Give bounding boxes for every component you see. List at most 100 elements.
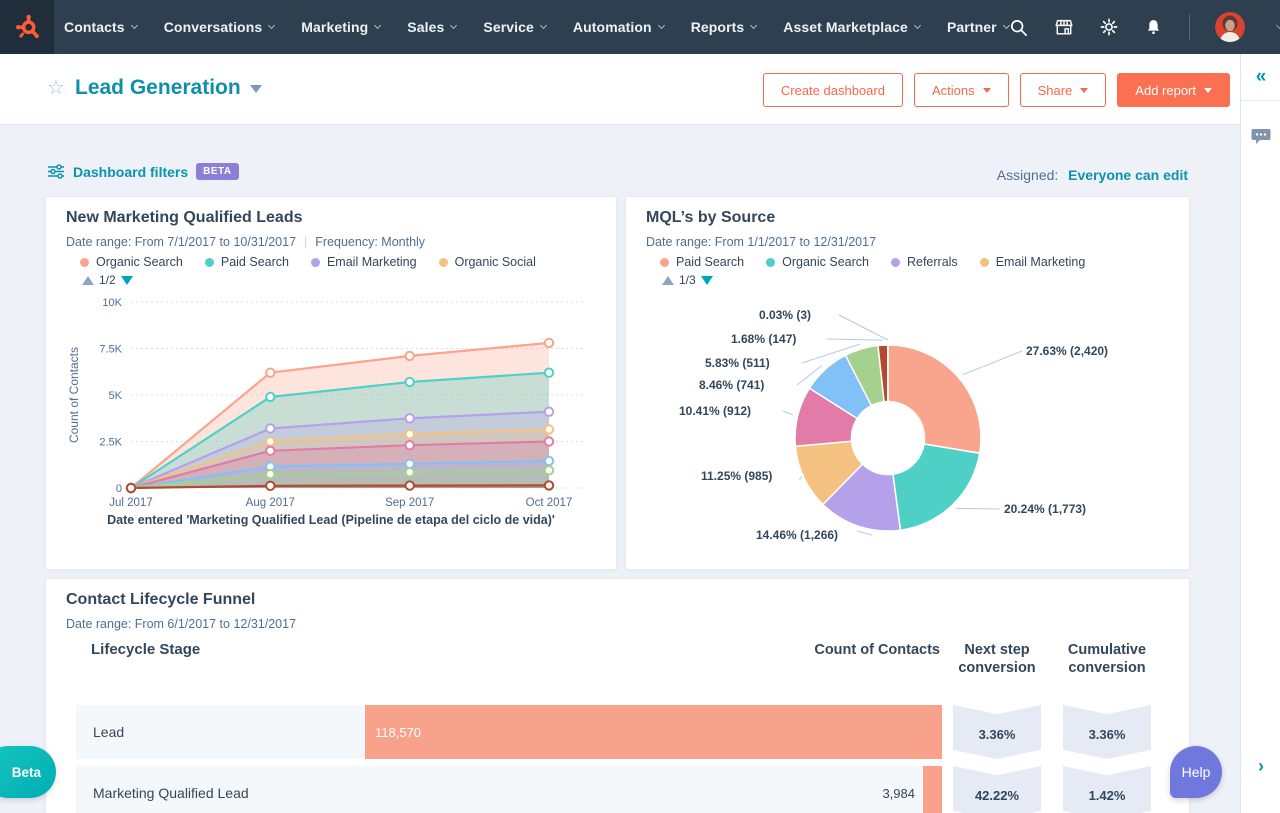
actions-button[interactable]: Actions [913, 73, 1009, 107]
legend-item[interactable]: Referrals [890, 255, 958, 269]
report-title[interactable]: MQL’s by Source [646, 209, 775, 227]
filters-sliders-icon [48, 164, 64, 179]
next-panel-icon[interactable]: › [1241, 756, 1280, 777]
nav-item-automation[interactable]: Automation [573, 19, 665, 35]
dashboard-filters-control[interactable]: Dashboard filters BETA [48, 163, 239, 180]
report-card-lifecycle-funnel: Contact Lifecycle Funnel Date range: Fro… [45, 578, 1190, 813]
pie-slice-label: 8.46% (741) [699, 378, 765, 392]
dashboard-title[interactable]: Lead Generation [75, 76, 241, 100]
report-title[interactable]: Contact Lifecycle Funnel [66, 591, 255, 609]
create-dashboard-button[interactable]: Create dashboard [762, 73, 903, 107]
column-header-cumulative: Cumulative conversion [1067, 642, 1147, 676]
legend-dot [438, 257, 448, 267]
legend-next-page-icon[interactable] [700, 275, 713, 285]
nav-item-reports[interactable]: Reports [691, 19, 758, 35]
nav-item-sales[interactable]: Sales [407, 19, 458, 35]
funnel-row: Marketing Qualified Lead 3,984 [76, 766, 942, 813]
header-buttons: Create dashboard Actions Share Add repor… [762, 73, 1230, 107]
legend-dot [890, 257, 900, 267]
legend-prev-page-icon[interactable] [662, 275, 674, 285]
legend-dot [766, 257, 776, 267]
collapse-sidebar-icon[interactable]: « [1241, 62, 1280, 92]
dashboard-title-caret-icon[interactable] [250, 85, 262, 93]
nav-item-asset-marketplace[interactable]: Asset Marketplace [783, 19, 921, 35]
hubspot-sprocket-icon [16, 14, 39, 39]
hubspot-logo[interactable] [0, 0, 54, 54]
svg-text:Jul 2017: Jul 2017 [109, 497, 152, 509]
marketplace-icon[interactable] [1054, 17, 1074, 37]
legend-next-page-icon[interactable] [120, 275, 133, 285]
help-floating-button[interactable]: Help [1170, 746, 1222, 798]
legend-item[interactable]: Paid Search [660, 255, 744, 269]
nav-item-contacts[interactable]: Contacts [64, 19, 138, 35]
line-area-chart[interactable]: 0 2.5K 5K 7.5K 10K Jul 2017 Aug 2017 Sep 2017 Oc… [58, 292, 603, 514]
svg-text:Aug 2017: Aug 2017 [246, 497, 295, 509]
column-header-next-step: Next step conversion [958, 642, 1036, 676]
notifications-bell-icon[interactable] [1144, 17, 1164, 37]
funnel-row: Lead 118,570 [76, 705, 942, 759]
legend-dot [310, 257, 320, 267]
svg-text:5K: 5K [109, 390, 123, 402]
report-card-mqls-by-source: MQL’s by Source Date range: From 1/1/201… [625, 196, 1190, 570]
share-button[interactable]: Share [1019, 73, 1107, 107]
caret-down-icon [1080, 87, 1089, 93]
nav-item-marketing[interactable]: Marketing [301, 19, 382, 35]
legend-prev-page-icon[interactable] [82, 275, 94, 285]
date-range-text: Date range: From 6/1/2017 to 12/31/2017 [66, 617, 297, 631]
nav-item-conversations[interactable]: Conversations [164, 19, 276, 35]
chevron-down-icon [913, 21, 921, 30]
report-card-new-mqls: New Marketing Qualified Leads Date range… [45, 196, 617, 570]
column-header-count: Count of Contacts [814, 642, 940, 658]
legend-item[interactable]: Email Marketing [310, 255, 417, 269]
share-label: Share [1037, 82, 1073, 98]
column-header-lifecycle-stage: Lifecycle Stage [91, 641, 201, 658]
chevron-down-icon [750, 21, 758, 30]
chart-legend: Organic Search Paid Search Email Marketi… [80, 255, 536, 269]
svg-text:2.5K: 2.5K [99, 437, 122, 449]
nav-item-partner[interactable]: Partner [947, 19, 1010, 35]
assigned-value-link[interactable]: Everyone can edit [1068, 167, 1188, 183]
legend-item[interactable]: Organic Search [80, 255, 183, 269]
pie-slice-label: 11.25% (985) [701, 469, 773, 483]
assigned-label: Assigned: [996, 167, 1059, 183]
create-dashboard-label: Create dashboard [780, 82, 885, 98]
stage-label: Marketing Qualified Lead [93, 785, 249, 801]
comments-icon[interactable] [1251, 128, 1271, 151]
chevron-down-icon [374, 21, 382, 30]
next-step-conversion-badge: 3.36% [953, 705, 1041, 759]
legend-item[interactable]: Organic Social [438, 255, 536, 269]
legend-item[interactable]: Email Marketing [979, 255, 1085, 269]
pie-slice-label: 0.03% (3) [759, 308, 812, 322]
favorite-star-icon[interactable]: ☆ [47, 78, 65, 98]
beta-badge: BETA [196, 163, 239, 180]
account-chevron-down-icon[interactable] [1275, 21, 1280, 30]
rail-divider [1241, 100, 1280, 101]
dashboard-filters-label: Dashboard filters [73, 163, 189, 180]
chevron-down-icon [657, 21, 665, 30]
nav-menu: Contacts Conversations Marketing Sales S… [64, 19, 1010, 35]
pie-slice-label: 1.68% (147) [731, 332, 797, 346]
next-step-conversion-badge: 42.22% [953, 766, 1041, 813]
report-date-range: Date range: From 1/1/2017 to 12/31/2017 [646, 235, 876, 249]
donut-chart[interactable] [636, 297, 1181, 562]
add-report-button[interactable]: Add report [1117, 73, 1230, 107]
top-navigation-bar: Contacts Conversations Marketing Sales S… [0, 0, 1280, 54]
pie-slice-label: 14.46% (1,266) [756, 528, 839, 542]
nav-item-service[interactable]: Service [483, 19, 547, 35]
report-title[interactable]: New Marketing Qualified Leads [66, 209, 303, 227]
funnel-bar[interactable]: 118,570 [365, 705, 942, 759]
beta-floating-button[interactable]: Beta [0, 746, 56, 798]
chart-legend: Paid Search Organic Search Referrals Ema… [660, 255, 1085, 269]
legend-item[interactable]: Organic Search [766, 255, 869, 269]
legend-item[interactable]: Paid Search [204, 255, 289, 269]
svg-text:Oct 2017: Oct 2017 [526, 497, 573, 509]
user-avatar[interactable] [1214, 12, 1245, 42]
funnel-bar[interactable] [923, 766, 942, 813]
settings-gear-icon[interactable] [1099, 17, 1119, 37]
chevron-down-icon [450, 21, 458, 30]
search-icon[interactable] [1009, 17, 1029, 37]
svg-text:7.5K: 7.5K [99, 344, 122, 356]
legend-dot [979, 257, 989, 267]
svg-text:10K: 10K [102, 297, 122, 309]
assigned-row: Assigned: Everyone can edit [997, 167, 1188, 183]
